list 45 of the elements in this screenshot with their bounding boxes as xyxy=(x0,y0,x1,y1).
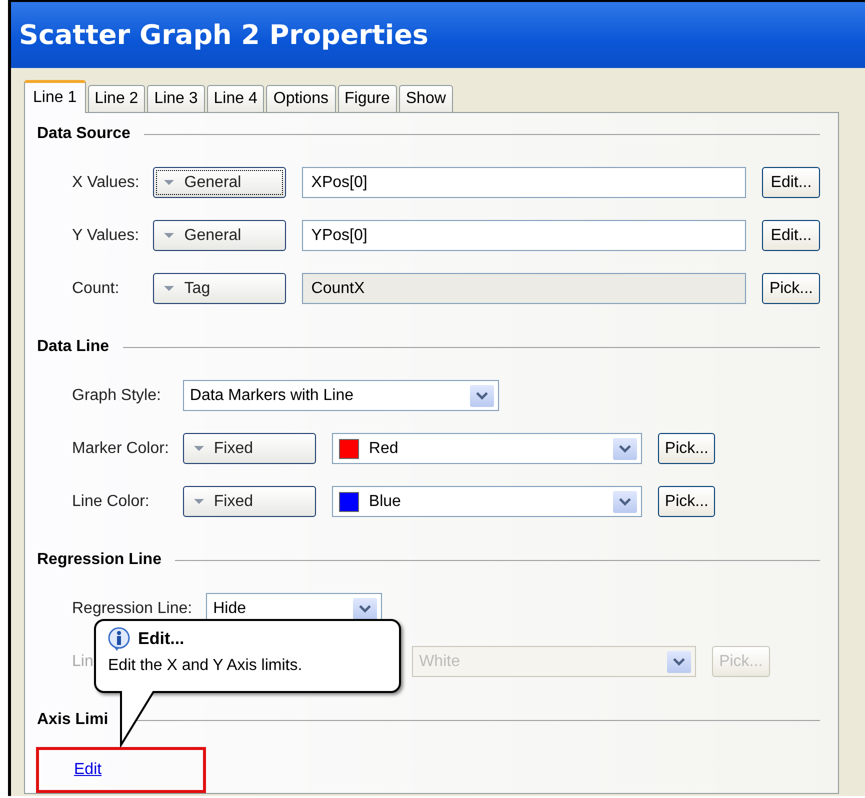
dialog-button[interactable]: Edit... xyxy=(762,220,820,251)
color-dropdown[interactable]: Blue xyxy=(332,486,642,517)
pick-button[interactable]: Pick... xyxy=(658,433,716,464)
pick-button[interactable]: Pick... xyxy=(658,486,716,517)
value-field[interactable]: XPos[0] xyxy=(302,167,746,198)
info-icon xyxy=(108,627,130,651)
tooltip-title: Edit... xyxy=(138,629,184,649)
section-heading: Data Source xyxy=(37,125,130,143)
dropdown[interactable]: Data Markers with Line xyxy=(182,380,499,411)
field-label: X Values: xyxy=(72,174,140,192)
tooltip-text: Edit the X and Y Axis limits. xyxy=(108,657,304,675)
chevron-icon xyxy=(612,490,637,512)
mode-button[interactable]: General xyxy=(153,220,286,251)
field-label: Count: xyxy=(72,280,120,298)
edit-link[interactable]: Edit xyxy=(74,761,102,779)
mode-button[interactable]: Tag xyxy=(153,273,286,304)
section-heading: Axis Limi xyxy=(37,711,108,729)
tab[interactable]: Figure xyxy=(338,85,397,112)
tab[interactable]: Line 1 xyxy=(24,80,86,113)
section-heading: Data Line xyxy=(37,338,110,356)
dialog-button[interactable]: Pick... xyxy=(762,273,820,304)
dialog-button[interactable]: Edit... xyxy=(762,167,820,198)
chevron-icon xyxy=(612,438,637,460)
tab[interactable]: Line 2 xyxy=(88,85,146,112)
field-label: Graph Style: xyxy=(72,386,161,404)
field-label: Lin xyxy=(72,652,94,670)
chevron-icon xyxy=(667,650,692,672)
mode-button[interactable]: Fixed xyxy=(182,486,316,517)
chevron-icon xyxy=(353,598,378,620)
window-title: Scatter Graph 2 Properties xyxy=(11,2,865,68)
value-field[interactable]: YPos[0] xyxy=(302,220,746,251)
tab[interactable]: Show xyxy=(398,85,453,112)
tab[interactable]: Options xyxy=(266,85,336,112)
tab[interactable]: Line 4 xyxy=(206,85,264,112)
field-label: Y Values: xyxy=(72,226,140,244)
value-field[interactable]: CountX xyxy=(302,273,746,304)
mode-button[interactable]: Fixed xyxy=(182,433,316,464)
chevron-icon xyxy=(470,384,494,406)
color-dropdown[interactable]: Red xyxy=(332,433,642,464)
field-label: Regression Line: xyxy=(72,600,192,618)
field-label: Marker Color: xyxy=(72,440,169,458)
mode-button[interactable]: General xyxy=(153,167,286,198)
section-heading: Regression Line xyxy=(37,551,162,569)
tab[interactable]: Line 3 xyxy=(147,85,205,112)
field-label: Line Color: xyxy=(72,492,150,510)
